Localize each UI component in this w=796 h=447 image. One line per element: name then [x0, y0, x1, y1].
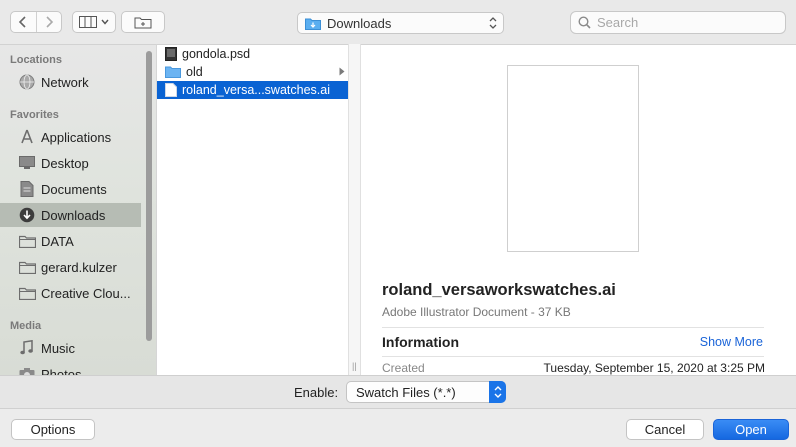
folder-icon: [18, 232, 36, 250]
sidebar-item-label: Network: [41, 74, 89, 90]
folder-icon: [18, 284, 36, 302]
button-bar: Options Cancel Open: [0, 409, 796, 447]
chevron-left-icon: [19, 16, 26, 28]
preview-divider: [382, 327, 764, 328]
cancel-button[interactable]: Cancel: [626, 419, 704, 440]
nav-buttons: [10, 11, 62, 33]
sidebar-item-label: Creative Clou...: [41, 285, 131, 301]
document-icon: [18, 180, 36, 198]
sidebar: Locations Network Favorites Applications…: [0, 44, 156, 375]
information-heading: Information: [382, 334, 459, 350]
options-button[interactable]: Options: [11, 419, 95, 440]
file-thumbnail: [507, 65, 639, 252]
sidebar-item-creative-cloud[interactable]: Creative Clou...: [0, 281, 141, 305]
sidebar-item-network[interactable]: Network: [0, 70, 141, 94]
location-popup[interactable]: Downloads: [297, 12, 504, 34]
disclosure-arrow-icon: [339, 67, 345, 76]
sidebar-item-downloads[interactable]: Downloads: [0, 203, 141, 227]
information-divider: [382, 356, 764, 357]
enable-filter-value: Swatch Files (*.*): [356, 384, 456, 400]
updown-arrows-icon: [489, 381, 506, 403]
folder-icon: [18, 258, 36, 276]
file-name: roland_versa...swatches.ai: [182, 83, 330, 97]
new-folder-button[interactable]: [121, 11, 165, 33]
chevron-right-icon: [46, 16, 53, 28]
columns-view-icon: [79, 16, 97, 28]
sidebar-heading-locations: Locations: [10, 54, 62, 66]
sidebar-item-applications[interactable]: Applications: [0, 125, 141, 149]
search-input[interactable]: [597, 15, 777, 30]
forward-button[interactable]: [37, 12, 62, 32]
sidebar-item-label: Downloads: [41, 207, 106, 223]
back-button[interactable]: [11, 12, 36, 32]
sidebar-item-desktop[interactable]: Desktop: [0, 151, 141, 175]
camera-icon: [18, 365, 36, 375]
download-icon: [18, 206, 36, 224]
ai-file-icon: [165, 83, 177, 97]
chevron-down-icon: [101, 19, 109, 25]
sidebar-item-label: Documents: [41, 181, 107, 197]
sidebar-item-photos[interactable]: Photos: [0, 362, 141, 375]
new-folder-icon: [134, 17, 152, 28]
file-column: gondola.psd old roland_versa...swatches.…: [156, 44, 349, 375]
enable-bar: Enable: Swatch Files (*.*): [0, 375, 796, 409]
sidebar-item-label: DATA: [41, 233, 74, 249]
toolbar: Downloads: [0, 0, 796, 44]
folder-icon: [165, 66, 181, 78]
location-label: Downloads: [327, 15, 392, 31]
file-row-old[interactable]: old: [157, 63, 349, 81]
sidebar-item-label: gerard.kulzer: [41, 259, 117, 275]
enable-filter-select[interactable]: Swatch Files (*.*): [346, 381, 506, 403]
globe-icon: [18, 73, 36, 91]
preview-pane: roland_versaworkswatches.ai Adobe Illust…: [361, 44, 796, 375]
view-mode-button[interactable]: [72, 11, 116, 33]
open-button[interactable]: Open: [713, 419, 789, 440]
created-label: Created: [382, 361, 425, 375]
applications-icon: [18, 128, 36, 146]
updown-arrows-icon: [489, 17, 497, 29]
psd-file-icon: [165, 47, 177, 61]
file-row-gondola[interactable]: gondola.psd: [157, 45, 349, 63]
show-more-link[interactable]: Show More: [700, 335, 763, 349]
file-name: gondola.psd: [182, 47, 251, 61]
preview-title: roland_versaworkswatches.ai: [382, 281, 616, 299]
resize-grip-icon: ||: [352, 361, 357, 371]
downloads-folder-icon: [305, 18, 321, 30]
sidebar-heading-favorites: Favorites: [10, 109, 59, 121]
created-value: Tuesday, September 15, 2020 at 3:25 PM: [543, 361, 765, 375]
file-row-roland-swatches[interactable]: roland_versa...swatches.ai: [157, 81, 349, 99]
file-name: old: [186, 65, 203, 79]
sidebar-item-documents[interactable]: Documents: [0, 177, 141, 201]
search-icon: [578, 16, 591, 29]
sidebar-item-music[interactable]: Music: [0, 336, 141, 360]
preview-subtitle: Adobe Illustrator Document - 37 KB: [382, 305, 571, 319]
music-icon: [18, 339, 36, 357]
sidebar-item-label: Applications: [41, 129, 112, 145]
sidebar-heading-media: Media: [10, 320, 42, 332]
search-field[interactable]: [570, 11, 786, 34]
sidebar-item-label: Photos: [41, 366, 82, 376]
column-resize-handle[interactable]: ||: [348, 44, 361, 375]
enable-label: Enable:: [294, 385, 339, 400]
sidebar-item-data[interactable]: DATA: [0, 229, 141, 253]
sidebar-item-gerard-kulzer[interactable]: gerard.kulzer: [0, 255, 141, 279]
sidebar-item-label: Music: [41, 340, 75, 356]
sidebar-item-label: Desktop: [41, 155, 89, 171]
desktop-icon: [18, 154, 36, 172]
sidebar-scrollbar[interactable]: [146, 51, 152, 341]
